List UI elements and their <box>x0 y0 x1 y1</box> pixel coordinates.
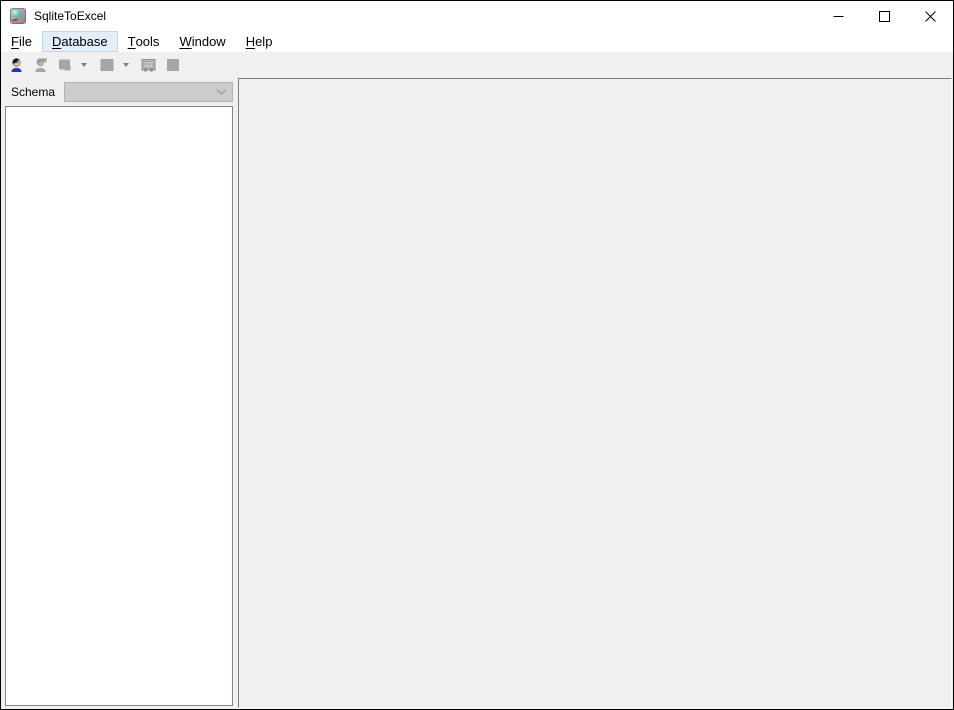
menu-item-file[interactable]: File <box>1 31 42 52</box>
maximize-button[interactable] <box>861 1 907 31</box>
chevron-down-icon <box>123 63 129 67</box>
export-table-icon <box>99 57 115 73</box>
export-table-button <box>95 54 118 76</box>
disconnect-database-button <box>29 54 52 76</box>
chevron-down-icon <box>216 88 227 96</box>
schema-label: Schema <box>11 85 55 99</box>
export-file-dropdown <box>77 54 90 76</box>
connect-user-icon <box>9 57 25 73</box>
menu-item-help[interactable]: Help <box>236 31 283 52</box>
table-list[interactable] <box>5 106 233 706</box>
schema-panel: Schema <box>1 78 235 709</box>
menu-bar: File Database Tools Window Help <box>1 31 953 52</box>
main-panel <box>238 78 952 708</box>
stop-icon <box>165 57 181 73</box>
app-window: SqliteToExcel File Database <box>0 0 954 710</box>
close-icon <box>925 11 936 22</box>
export-wizard-button <box>137 54 160 76</box>
export-file-button <box>53 54 76 76</box>
title-bar: SqliteToExcel <box>1 1 953 31</box>
schema-combobox[interactable] <box>64 82 233 102</box>
stop-button <box>161 54 184 76</box>
export-wizard-icon <box>140 57 157 73</box>
app-icon-sphere <box>12 10 20 17</box>
app-icon-red-mark <box>12 18 18 22</box>
toolbar <box>1 52 953 78</box>
maximize-icon <box>879 11 890 22</box>
menu-item-tools[interactable]: Tools <box>118 31 170 52</box>
content-area: Schema <box>1 78 953 709</box>
caption-buttons <box>815 1 953 31</box>
minimize-button[interactable] <box>815 1 861 31</box>
export-file-icon <box>57 57 73 73</box>
export-table-dropdown <box>119 54 132 76</box>
app-icon <box>10 8 26 24</box>
chevron-down-icon <box>81 63 87 67</box>
minimize-icon <box>833 11 844 22</box>
connect-database-button[interactable] <box>5 54 28 76</box>
close-button[interactable] <box>907 1 953 31</box>
disconnect-user-icon <box>33 57 49 73</box>
window-title: SqliteToExcel <box>34 9 106 23</box>
menu-item-database[interactable]: Database <box>42 31 118 52</box>
schema-row: Schema <box>1 78 235 106</box>
menu-item-window[interactable]: Window <box>169 31 235 52</box>
